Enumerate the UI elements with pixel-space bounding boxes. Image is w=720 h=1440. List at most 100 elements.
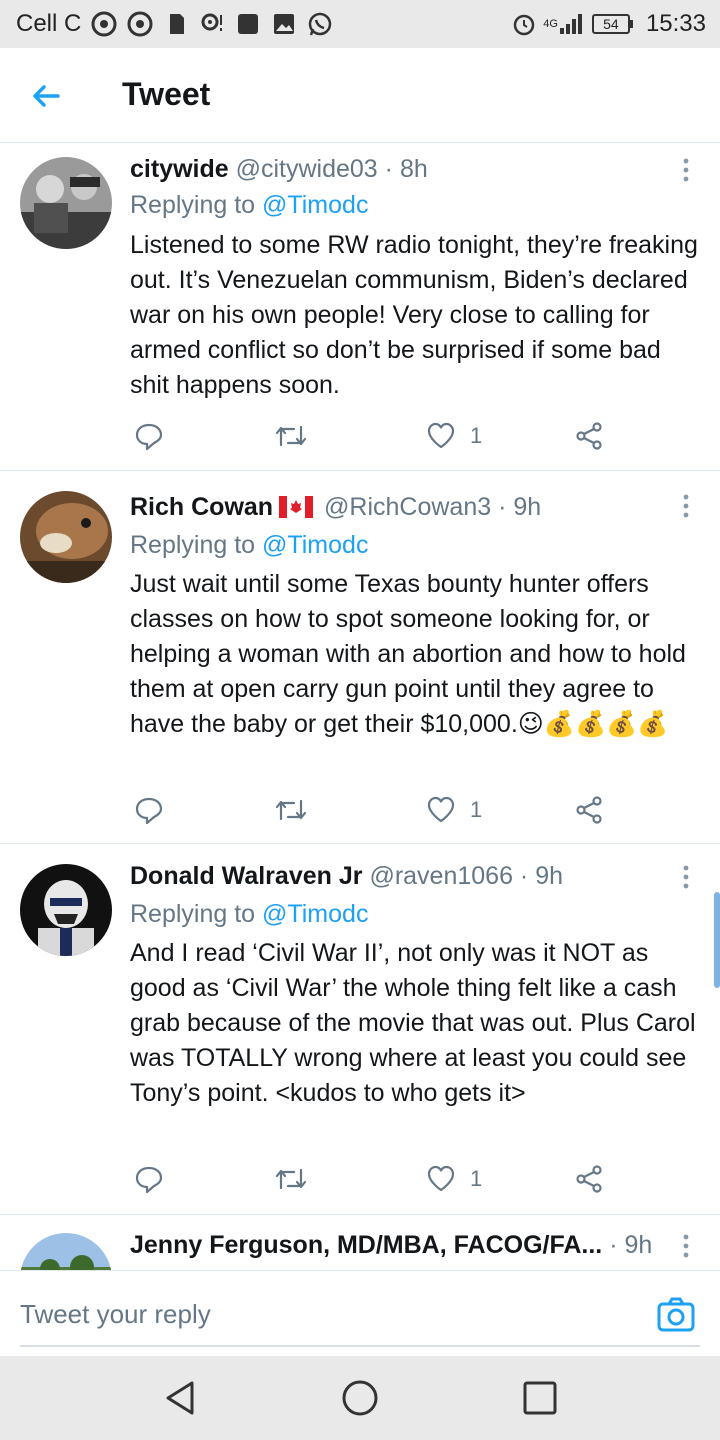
reply-bar: Tweet your reply: [0, 1270, 720, 1357]
network-type: 4G: [543, 17, 558, 30]
tweet-item[interactable]: citywide @citywide03 · 8h Replying to @T…: [0, 143, 720, 471]
retweet-button[interactable]: [274, 793, 308, 827]
share-icon: [576, 1165, 602, 1193]
retweet-button[interactable]: [274, 419, 308, 453]
author-name[interactable]: citywide: [130, 155, 229, 183]
chrome-icon: [91, 11, 117, 37]
share-icon: [576, 796, 602, 824]
status-bar: Cell C 4G 54 15:33: [0, 0, 720, 48]
retweet-icon: [275, 799, 307, 821]
reply-button[interactable]: [134, 793, 164, 827]
more-vert-icon[interactable]: [678, 1233, 694, 1259]
separator: ·: [498, 493, 507, 521]
clock: 15:33: [645, 10, 706, 37]
sd-card-icon: [170, 14, 185, 34]
replying-to: Replying to @Timodc: [130, 900, 368, 929]
replying-prefix: Replying to: [130, 531, 256, 559]
carrier-label: Cell C: [16, 10, 82, 37]
tweet-header: Donald Walraven Jr @raven1066 · 9h: [130, 860, 563, 892]
replying-prefix: Replying to: [130, 900, 256, 928]
alarm-icon: [514, 14, 535, 36]
replying-to: Replying to @Timodc: [130, 531, 368, 560]
tweet-actions: 1: [130, 1162, 630, 1196]
author-name[interactable]: Rich Cowan: [130, 493, 273, 521]
tweet-item[interactable]: Jenny Ferguson, MD/MBA, FACOG/FA... · 9h: [0, 1215, 720, 1270]
back-arrow-icon[interactable]: [26, 76, 66, 116]
like-button[interactable]: 1: [426, 793, 482, 827]
more-vert-icon[interactable]: [678, 493, 694, 519]
separator: ·: [609, 1231, 618, 1259]
page-title: Tweet: [122, 76, 211, 112]
heart-icon: [427, 1165, 455, 1192]
battery-indicator: 54: [591, 14, 633, 34]
separator: ·: [384, 155, 393, 183]
retweet-icon: [275, 1168, 307, 1190]
reply-button[interactable]: [134, 419, 164, 453]
tweet-time: 9h: [513, 493, 542, 521]
scrollbar-thumb[interactable]: [714, 892, 720, 988]
tweet-actions: 1: [130, 419, 630, 453]
reply-icon: [135, 1166, 163, 1194]
nav-back-icon[interactable]: [160, 1378, 200, 1418]
replying-to: Replying to @Timodc: [130, 191, 368, 220]
camera-icon[interactable]: [656, 1295, 696, 1335]
tweet-header: Rich Cowan @RichCowan3 · 9h: [130, 491, 541, 523]
author-handle[interactable]: @citywide03: [236, 155, 378, 183]
tweet-header: Jenny Ferguson, MD/MBA, FACOG/FA... · 9h: [130, 1229, 652, 1261]
replying-to-link[interactable]: @Timodc: [262, 900, 368, 928]
avatar[interactable]: [20, 157, 112, 249]
tweet-text: Listened to some RW radio tonight, they’…: [130, 231, 698, 399]
nav-home-icon[interactable]: [340, 1378, 380, 1418]
retweet-icon: [275, 425, 307, 447]
reply-input[interactable]: Tweet your reply: [20, 1271, 700, 1347]
replying-to-link[interactable]: @Timodc: [262, 191, 368, 219]
retweet-button[interactable]: [274, 1162, 308, 1196]
reply-icon: [135, 797, 163, 825]
like-button[interactable]: 1: [426, 1162, 482, 1196]
share-button[interactable]: [574, 419, 604, 453]
avatar[interactable]: [20, 1233, 112, 1270]
more-vert-icon[interactable]: [678, 864, 694, 890]
location-icon: [201, 13, 223, 31]
canada-flag-icon: [279, 496, 314, 518]
replying-to-link[interactable]: @Timodc: [262, 531, 368, 559]
image-icon: [274, 14, 295, 34]
tweet-item[interactable]: Donald Walraven Jr @raven1066 · 9h Reply…: [0, 844, 720, 1215]
like-count: 1: [470, 797, 483, 822]
heart-icon: [427, 422, 455, 449]
like-count: 1: [470, 1166, 483, 1191]
share-icon: [576, 422, 602, 450]
whatsapp-icon: [309, 12, 332, 36]
share-button[interactable]: [574, 1162, 604, 1196]
signal-icon: [559, 14, 582, 34]
tweet-time: 9h: [624, 1231, 653, 1259]
avatar[interactable]: [20, 864, 112, 956]
heart-icon: [427, 796, 455, 823]
reply-button[interactable]: [134, 1162, 164, 1196]
tweet-header: citywide @citywide03 · 8h: [130, 153, 428, 185]
author-name[interactable]: Donald Walraven Jr: [130, 862, 362, 890]
notification-icon: [238, 14, 259, 34]
tweet-text: Just wait until some Texas bounty hunter…: [130, 570, 686, 738]
share-button[interactable]: [574, 793, 604, 827]
like-count: 1: [470, 423, 483, 448]
reply-placeholder: Tweet your reply: [20, 1299, 211, 1329]
more-vert-icon[interactable]: [678, 157, 694, 183]
chrome-icon: [127, 11, 153, 37]
author-handle[interactable]: @RichCowan3: [324, 493, 491, 521]
reply-icon: [135, 423, 163, 451]
avatar[interactable]: [20, 491, 112, 583]
separator: ·: [519, 862, 529, 890]
system-nav-bar: [0, 1356, 720, 1440]
tweet-time: 9h: [535, 862, 564, 890]
nav-recents-icon[interactable]: [520, 1378, 560, 1418]
tweet-text: And I read ‘Civil War II’, not only was …: [130, 939, 696, 1107]
tweet-item[interactable]: Rich Cowan @RichCowan3 · 9h Replying to …: [0, 471, 720, 844]
author-name[interactable]: Jenny Ferguson, MD/MBA, FACOG/FA...: [130, 1231, 602, 1259]
app-bar: Tweet: [0, 48, 720, 143]
replying-prefix: Replying to: [130, 191, 256, 219]
like-button[interactable]: 1: [426, 419, 482, 453]
tweet-time: 8h: [399, 155, 428, 183]
author-handle[interactable]: @raven1066: [369, 862, 513, 890]
tweet-actions: 1: [130, 793, 630, 827]
